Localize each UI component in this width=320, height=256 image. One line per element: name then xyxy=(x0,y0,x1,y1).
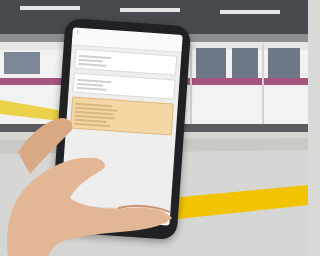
hand xyxy=(7,118,172,256)
photo-scene: ‹ xyxy=(0,0,308,256)
